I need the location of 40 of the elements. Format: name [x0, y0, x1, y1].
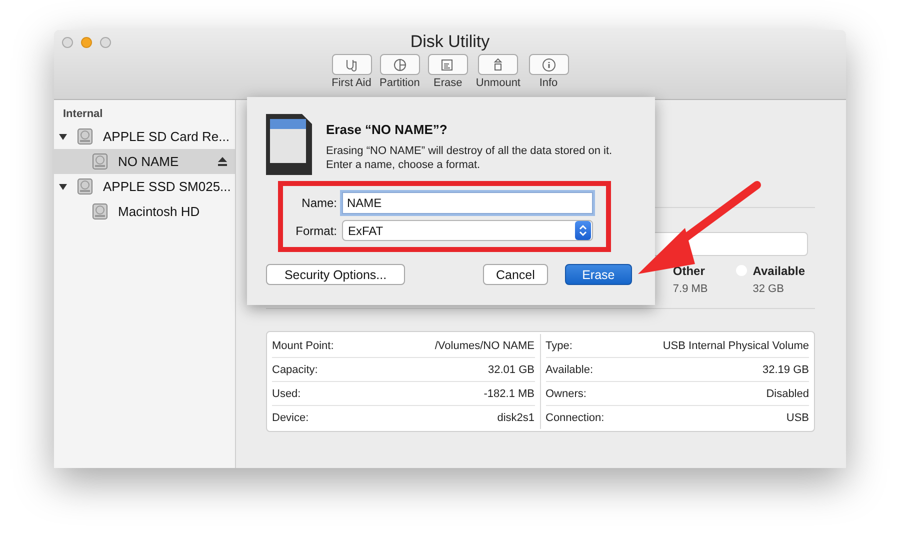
sd-card-icon [266, 114, 312, 175]
info-label: Mount Point: [272, 340, 334, 352]
info-label: Available: [546, 364, 593, 376]
stepper-icon [575, 221, 591, 240]
eject-icon[interactable] [218, 157, 227, 166]
dialog-title: Erase “NO NAME”? [326, 122, 448, 137]
info-label: Connection: [546, 412, 604, 424]
dialog-button[interactable]: Cancel [483, 264, 548, 285]
format-dropdown[interactable]: ExFAT [342, 220, 593, 241]
sidebar-item[interactable]: APPLE SD Card Re... [54, 124, 235, 149]
name-field[interactable]: NAME [342, 192, 593, 214]
sidebar-heading: Internal [62, 108, 104, 120]
legend-value: 32 GB [752, 283, 785, 295]
info-label: Capacity: [272, 364, 318, 376]
window-title: Disk Utility [410, 32, 490, 52]
field-label: Name: [300, 196, 337, 210]
disclosure-triangle-icon[interactable] [59, 132, 67, 140]
legend-label: Available [752, 264, 805, 278]
sidebar-item[interactable]: Macintosh HD [54, 199, 235, 224]
field-label: Format: [294, 224, 337, 238]
info-value: /Volumes/NO NAME [434, 340, 534, 352]
info-label: Device: [272, 412, 309, 424]
legend-value: 7.9 MB [672, 283, 708, 295]
info-label: Owners: [546, 388, 586, 400]
dialog-button[interactable]: Security Options... [266, 264, 405, 285]
info-value: USB [786, 412, 809, 424]
info-value: 32.19 GB [762, 364, 809, 376]
disclosure-triangle-icon[interactable] [59, 182, 67, 190]
sidebar-item[interactable]: NO NAME [54, 149, 235, 174]
info-value: -182.1 MB [484, 388, 534, 400]
dialog-button[interactable]: Erase [564, 264, 632, 285]
info-value: USB Internal Physical Volume [662, 340, 809, 352]
info-label: Used: [272, 388, 301, 400]
info-label: Type: [546, 340, 572, 352]
sidebar-item[interactable]: APPLE SSD SM025... [54, 174, 235, 199]
info-value: 32.01 GB [488, 364, 534, 376]
legend-label: Other [672, 264, 706, 278]
dialog-message: Erasing “NO NAME” will destroy of all the data stored on it. Enter a name, choose a format. [326, 144, 614, 172]
info-value: disk2s1 [497, 412, 534, 424]
info-value: Disabled [766, 388, 809, 400]
